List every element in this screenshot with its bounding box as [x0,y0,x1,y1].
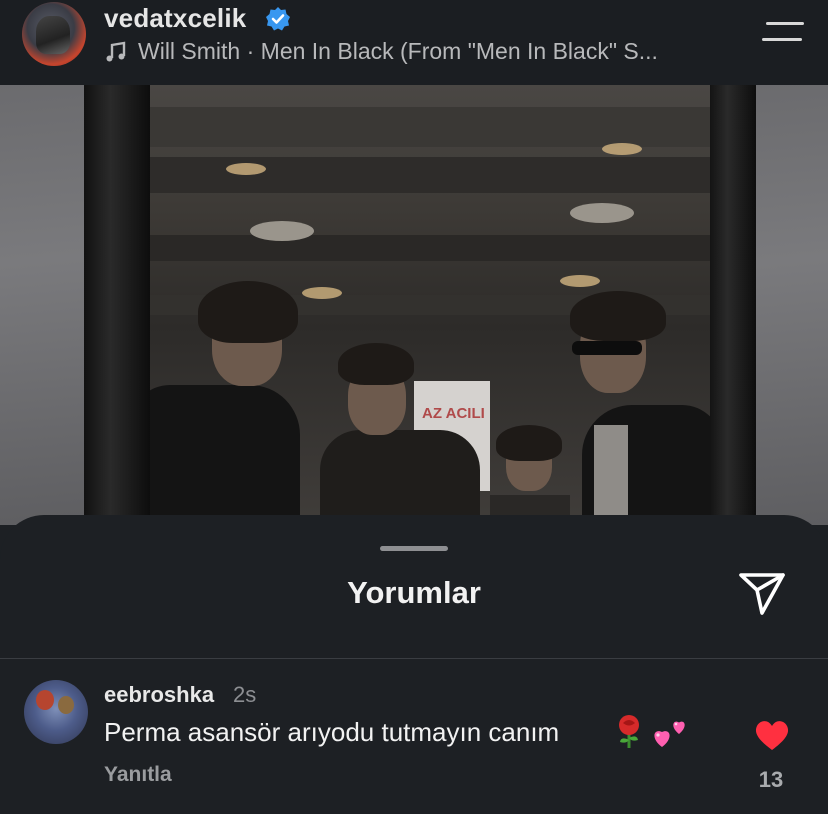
comment-text: Perma asansör arıyodu tutmayın canım [104,717,560,747]
story-header: vedatxcelik Will Smith · Men In Black (F… [0,0,828,85]
rose-emoji-icon [619,715,639,748]
story-photo: AZ ACILI [0,85,828,525]
comment-time: 2s [233,682,257,707]
sheet-grabber[interactable] [380,546,448,551]
music-note-icon [106,41,126,62]
sign-text: AZ ACILI [422,405,485,422]
sheet-divider [0,658,828,659]
menu-icon[interactable] [762,20,804,44]
like-count: 13 [758,767,784,792]
profile-username[interactable]: vedatxcelik [104,3,246,34]
commenter-username[interactable]: eebroshka [104,682,214,708]
commenter-avatar[interactable] [24,680,88,744]
song-title[interactable]: Will Smith · Men In Black (From "Men In … [138,38,658,65]
two-hearts-emoji-icon [654,721,685,747]
heart-icon[interactable] [754,719,790,751]
send-icon[interactable] [738,571,786,617]
profile-avatar[interactable] [22,2,86,66]
reply-button[interactable]: Yanıtla [104,763,172,787]
verified-badge-icon [266,7,290,31]
comments-sheet: Yorumlar eebroshka 2s Perma asansör arıy… [0,515,828,814]
sheet-title: Yorumlar [347,575,481,610]
